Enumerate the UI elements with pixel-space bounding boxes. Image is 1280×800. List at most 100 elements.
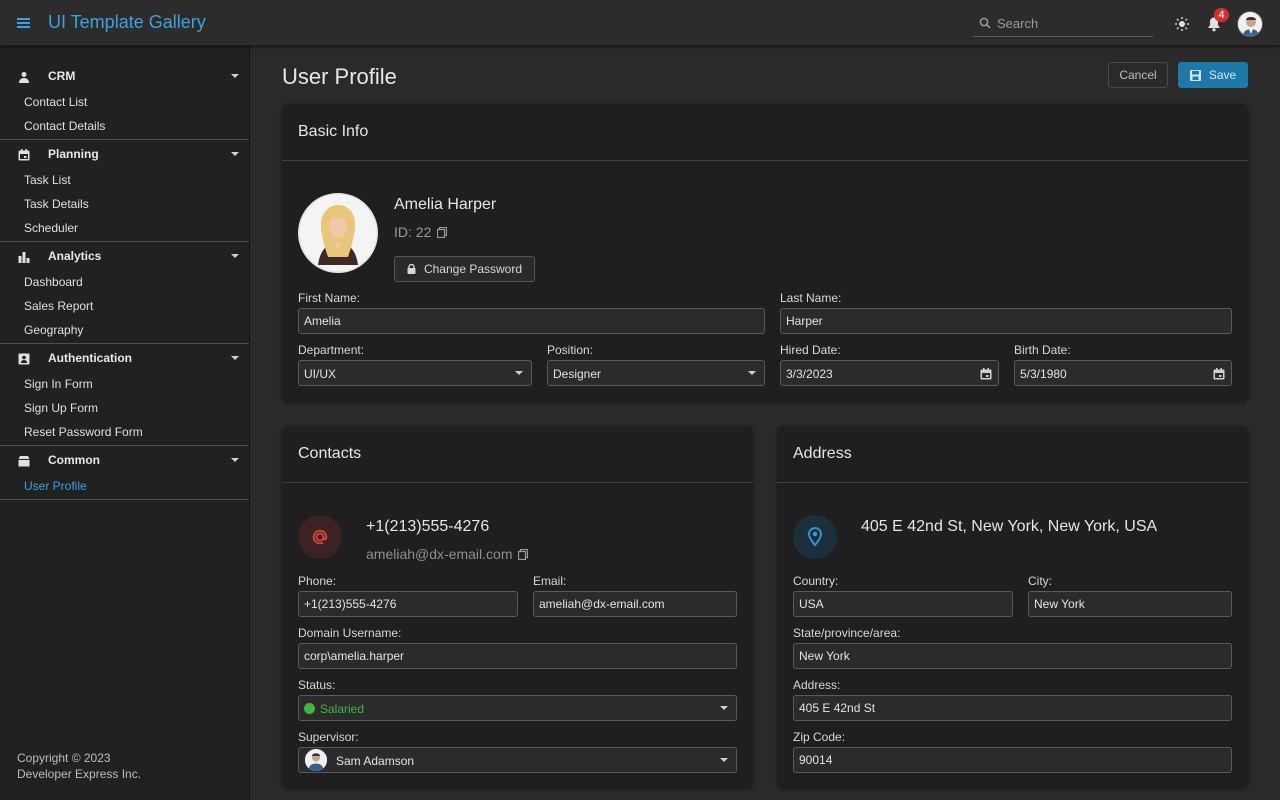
sidebar-item-reset-password-form[interactable]: Reset Password Form	[0, 420, 249, 444]
nav-group-label: Authentication	[48, 351, 132, 365]
sidebar-item-sign-in-form[interactable]: Sign In Form	[0, 372, 249, 396]
department-select[interactable]: UI/UX	[298, 360, 532, 386]
country-field[interactable]	[793, 591, 1013, 617]
position-select[interactable]: Designer	[547, 360, 765, 386]
sidebar-item-contact-details[interactable]: Contact Details	[0, 114, 249, 138]
change-password-button[interactable]: Change Password	[394, 256, 535, 282]
nav-divider	[0, 499, 249, 500]
last-name-label: Last Name:	[780, 291, 842, 305]
last-name-input[interactable]	[781, 309, 1231, 333]
phone-field[interactable]	[298, 591, 518, 617]
chevron-down-icon	[231, 356, 239, 361]
nav-group-header-common[interactable]: Common	[0, 446, 249, 474]
card-title: Contacts	[298, 445, 362, 462]
country-label: Country:	[793, 574, 839, 588]
sidebar-item-sign-up-form[interactable]: Sign Up Form	[0, 396, 249, 420]
nav-group-label: Common	[48, 453, 100, 467]
email-field[interactable]	[533, 591, 737, 617]
copy-icon[interactable]	[437, 226, 448, 238]
status-select[interactable]: Salaried	[298, 695, 737, 721]
position-value: Designer	[553, 367, 602, 381]
domain-username-field[interactable]	[298, 643, 737, 669]
sidebar-item-user-profile[interactable]: User Profile	[0, 474, 249, 498]
sidebar-item-sales-report[interactable]: Sales Report	[0, 294, 249, 318]
cancel-button[interactable]: Cancel	[1108, 62, 1168, 88]
at-sign-icon	[298, 515, 342, 559]
contact-email-text: ameliah@dx-email.com	[366, 546, 513, 562]
first-name-label: First Name:	[298, 291, 361, 305]
chevron-down-icon	[515, 371, 523, 376]
email-input[interactable]	[534, 592, 736, 616]
address-field[interactable]	[793, 695, 1232, 721]
phone-input[interactable]	[299, 592, 517, 616]
sidebar-item-dashboard[interactable]: Dashboard	[0, 270, 249, 294]
domain-username-label: Domain Username:	[298, 626, 402, 640]
nav-group-header-analytics[interactable]: Analytics	[0, 242, 249, 270]
user-avatar[interactable]	[1237, 11, 1263, 37]
first-name-field[interactable]	[298, 308, 765, 334]
search-input[interactable]	[997, 14, 1147, 32]
search-box[interactable]	[973, 10, 1153, 37]
nav-group-header-planning[interactable]: Planning	[0, 140, 249, 168]
nav-group-label: CRM	[48, 69, 76, 83]
supervisor-select[interactable]: Sam Adamson	[298, 747, 737, 773]
search-icon	[979, 17, 991, 29]
map-pin-icon	[793, 515, 837, 559]
sidebar-item-geography[interactable]: Geography	[0, 318, 249, 342]
chevron-down-icon	[231, 152, 239, 157]
sidebar-item-task-list[interactable]: Task List	[0, 168, 249, 192]
chevron-down-icon	[231, 254, 239, 259]
badge-icon	[18, 353, 30, 365]
sidebar-item-task-details[interactable]: Task Details	[0, 192, 249, 216]
last-name-field[interactable]	[780, 308, 1232, 334]
save-button[interactable]: Save	[1178, 62, 1248, 88]
box-icon	[18, 455, 30, 467]
save-label: Save	[1208, 68, 1237, 82]
address-card: Address 405 E 42nd St, New York, New Yor…	[777, 426, 1248, 788]
state-label: State/province/area:	[793, 626, 901, 640]
sidebar-item-scheduler[interactable]: Scheduler	[0, 216, 249, 240]
address-input[interactable]	[794, 696, 1231, 720]
nav-group-label: Planning	[48, 147, 99, 161]
contacts-card: Contacts +1(213)555-4276 ameliah@dx-emai…	[282, 426, 753, 788]
hired-date-label: Hired Date:	[780, 343, 841, 357]
state-input[interactable]	[794, 644, 1231, 668]
card-title: Address	[793, 445, 852, 462]
domain-username-input[interactable]	[299, 644, 736, 668]
nav-group-header-crm[interactable]: CRM	[0, 62, 249, 90]
status-label: Status:	[298, 678, 336, 692]
city-field[interactable]	[1028, 591, 1232, 617]
chevron-down-icon	[748, 371, 756, 376]
zip-code-label: Zip Code:	[793, 730, 846, 744]
chevron-down-icon	[720, 758, 728, 763]
notification-count-badge: 4	[1214, 8, 1229, 22]
hamburger-menu-icon[interactable]	[14, 13, 34, 33]
sidebar-item-contact-list[interactable]: Contact List	[0, 90, 249, 114]
profile-name: Amelia Harper	[394, 196, 497, 213]
contact-email-display: ameliah@dx-email.com	[366, 546, 529, 562]
copy-icon[interactable]	[518, 548, 529, 560]
country-input[interactable]	[794, 592, 1012, 616]
state-field[interactable]	[793, 643, 1232, 669]
theme-toggle-sun-icon[interactable]	[1174, 16, 1190, 32]
chevron-down-icon	[720, 706, 728, 711]
calendar-icon[interactable]	[1213, 368, 1225, 380]
footer-copyright: Copyright © 2023	[17, 751, 111, 765]
zip-code-input[interactable]	[794, 748, 1231, 772]
chart-icon	[18, 251, 30, 263]
full-address-display: 405 E 42nd St, New York, New York, USA	[861, 518, 1158, 535]
profile-photo[interactable]	[298, 193, 378, 273]
nav-group-crm: CRM Contact List Contact Details	[0, 62, 249, 140]
hired-date-field[interactable]: 3/3/2023	[780, 360, 999, 386]
city-input[interactable]	[1029, 592, 1231, 616]
copyright-footer: Copyright © 2023 Developer Express Inc.	[17, 750, 141, 782]
first-name-input[interactable]	[299, 309, 764, 333]
floppy-disk-icon	[1189, 69, 1201, 81]
calendar-icon[interactable]	[980, 368, 992, 380]
zip-code-field[interactable]	[793, 747, 1232, 773]
nav-group-header-authentication[interactable]: Authentication	[0, 344, 249, 372]
person-icon	[18, 71, 30, 83]
department-value: UI/UX	[304, 367, 337, 381]
birth-date-field[interactable]: 5/3/1980	[1014, 360, 1232, 386]
birth-date-value: 5/3/1980	[1020, 367, 1067, 381]
